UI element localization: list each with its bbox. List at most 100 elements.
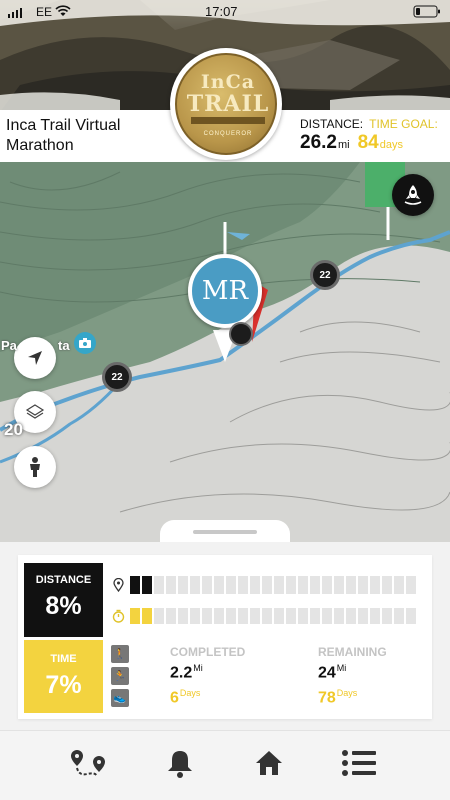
medal-sub: CONQUEROR <box>203 131 253 137</box>
distance-progress-segment <box>262 576 273 594</box>
remaining-label: REMAINING <box>318 645 387 659</box>
distance-progress-segment <box>226 576 237 594</box>
bottom-nav <box>0 730 450 800</box>
person-button[interactable] <box>14 446 56 488</box>
time-progress-segment <box>358 608 369 624</box>
navigation-arrow-icon <box>28 351 42 365</box>
time-progress-segment <box>382 608 393 624</box>
route-map[interactable]: MR 22 22 Pa ta 20 <box>0 162 450 542</box>
walker-icon: 🚶 <box>111 645 129 663</box>
distance-progress-segment <box>250 576 261 594</box>
distance-progress-bar <box>130 576 417 594</box>
distance-progress-segment <box>346 576 357 594</box>
time-progress-segment <box>166 608 177 624</box>
time-progress-segment <box>334 608 345 624</box>
sheet-handle-bar[interactable] <box>193 530 257 534</box>
distance-progress-segment <box>382 576 393 594</box>
time-progress-segment <box>154 608 165 624</box>
distance-progress-segment <box>154 576 165 594</box>
completed-label: COMPLETED <box>170 645 246 659</box>
remaining-days: 78Days <box>318 688 358 707</box>
location-pin-icon <box>113 578 124 592</box>
event-title: Inca Trail Virtual Marathon <box>6 117 121 154</box>
wifi-icon <box>55 5 71 16</box>
distance-progress-segment <box>130 576 141 594</box>
distance-progress-segment <box>358 576 369 594</box>
nav-route-map[interactable] <box>67 741 111 785</box>
time-progress-segment <box>394 608 405 624</box>
time-progress-segment <box>370 608 381 624</box>
time-progress-segment <box>226 608 237 624</box>
time-progress-segment <box>142 608 153 624</box>
distance-progress-segment <box>406 576 417 594</box>
distance-progress-segment <box>214 576 225 594</box>
camera-pin[interactable] <box>74 332 96 354</box>
time-goal-value: 84 <box>357 132 379 153</box>
checkpoint-marker[interactable] <box>229 322 253 346</box>
place-label: Pa <box>1 338 17 353</box>
time-progress-segment <box>310 608 321 624</box>
medal-line2: TRAIL <box>186 91 270 117</box>
time-goal-unit: days <box>379 139 403 151</box>
distance-progress-segment <box>334 576 345 594</box>
camera-icon <box>79 338 91 348</box>
clock: 17:07 <box>205 4 238 19</box>
distance-progress-segment <box>394 576 405 594</box>
medal-line1: InCa <box>200 71 256 93</box>
menu-list-icon <box>342 750 376 776</box>
nav-notifications[interactable] <box>158 741 202 785</box>
status-bar: EE 17:07 <box>0 0 450 24</box>
shoe-icon: 👟 <box>111 689 129 707</box>
distance-progress-segment <box>322 576 333 594</box>
distance-progress-segment <box>370 576 381 594</box>
distance-progress-segment <box>166 576 177 594</box>
time-progress-segment <box>286 608 297 624</box>
time-progress-segment <box>250 608 261 624</box>
time-progress-segment <box>322 608 333 624</box>
distance-progress-segment <box>298 576 309 594</box>
runner-icon: 🏃 <box>111 667 129 685</box>
map-edge-number: 20 <box>4 420 23 439</box>
distance-progress-segment <box>238 576 249 594</box>
completed-distance: 2.2Mi <box>170 663 203 682</box>
distance-progress-segment <box>142 576 153 594</box>
time-goal-label: TIME GOAL: <box>369 117 438 131</box>
distance-progress-segment <box>286 576 297 594</box>
distance-value: 26.2 <box>300 132 337 153</box>
time-progress-segment <box>274 608 285 624</box>
user-avatar-pin[interactable]: MR <box>188 254 262 328</box>
time-progress-segment <box>298 608 309 624</box>
time-progress-segment <box>346 608 357 624</box>
map-marker[interactable]: 22 <box>310 260 340 290</box>
home-icon <box>256 751 282 775</box>
time-progress-segment <box>214 608 225 624</box>
time-percent: 7% <box>45 671 82 699</box>
nav-menu[interactable] <box>337 741 381 785</box>
distance-box-label: DISTANCE <box>35 574 92 586</box>
event-medal[interactable]: InCa TRAIL CONQUEROR <box>170 48 282 160</box>
time-progress-bar <box>130 608 417 624</box>
person-icon <box>30 457 40 477</box>
layers-icon <box>25 404 45 419</box>
place-label-right: ta <box>58 338 70 353</box>
distance-label: DISTANCE: <box>300 117 364 131</box>
distance-progress-segment <box>190 576 201 594</box>
distance-unit: mi <box>337 139 350 151</box>
bell-icon <box>168 751 192 778</box>
distance-progress-segment <box>178 576 189 594</box>
medal-ribbon <box>191 117 265 124</box>
remaining-distance: 24Mi <box>318 663 347 682</box>
rocket-icon <box>404 185 422 205</box>
locate-button[interactable] <box>14 337 56 379</box>
rocket-button[interactable] <box>392 174 434 216</box>
distance-percent: 8% <box>45 592 82 620</box>
time-progress-segment <box>178 608 189 624</box>
time-box-label: TIME <box>50 653 77 665</box>
distance-progress-segment <box>310 576 321 594</box>
time-progress-segment <box>202 608 213 624</box>
battery-icon <box>413 5 440 18</box>
nav-home[interactable] <box>247 741 291 785</box>
carrier-name: EE <box>36 5 53 19</box>
route-map-icon <box>71 750 105 777</box>
map-marker[interactable]: 22 <box>102 362 132 392</box>
